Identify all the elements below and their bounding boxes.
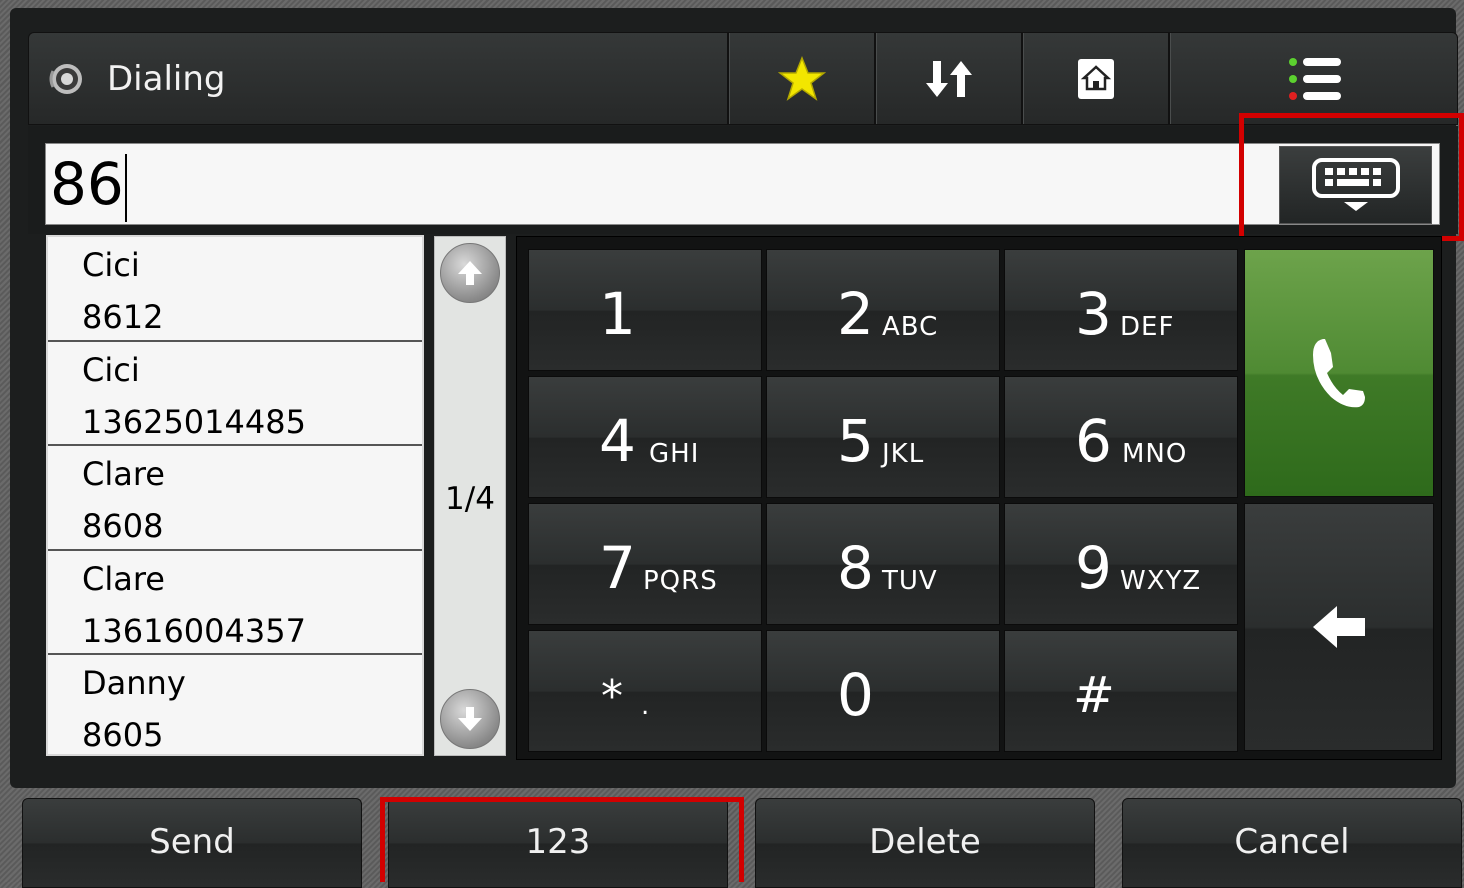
key-digit: 7	[599, 534, 636, 602]
cancel-button[interactable]: Cancel	[1122, 798, 1462, 888]
key-6[interactable]: 6 MNO	[1004, 376, 1238, 498]
favorites-button[interactable]	[727, 33, 875, 124]
home-icon	[1078, 58, 1114, 99]
arrow-down-icon	[458, 707, 482, 731]
sort-arrows-icon	[926, 60, 972, 97]
key-letters: MNO	[1122, 439, 1188, 469]
speaker-icon	[49, 63, 82, 94]
key-2[interactable]: 2 ABC	[766, 249, 1000, 371]
contact-item[interactable]: Danny 8605	[48, 655, 422, 755]
page-title: Dialing	[107, 58, 226, 99]
key-digit: 0	[837, 661, 874, 729]
key-digit: 1	[599, 280, 636, 348]
key-letters: DEF	[1120, 312, 1175, 342]
contact-name: Clare	[82, 559, 165, 598]
key-digit: 2	[837, 280, 874, 348]
key-0[interactable]: 0	[766, 630, 1000, 752]
menu-button[interactable]	[1168, 33, 1459, 124]
sort-button[interactable]	[874, 33, 1022, 124]
key-digit: 3	[1075, 280, 1112, 348]
contact-item[interactable]: Cici 8612	[48, 237, 422, 342]
contact-number: 13625014485	[82, 402, 306, 441]
contact-name: Cici	[82, 350, 140, 389]
contact-number: 13616004357	[82, 611, 306, 650]
contact-item[interactable]: Clare 13616004357	[48, 551, 422, 656]
backspace-button[interactable]	[1244, 503, 1434, 751]
delete-button[interactable]: Delete	[755, 798, 1095, 888]
header-bar: Dialing	[28, 32, 1458, 125]
contact-number: 8608	[82, 507, 164, 546]
softkey-bar: Send 123 Delete Cancel	[0, 790, 1464, 888]
send-button[interactable]: Send	[22, 798, 362, 888]
keyboard-toggle-button[interactable]	[1279, 146, 1432, 224]
contact-name: Cici	[82, 246, 140, 284]
contact-name: Clare	[82, 455, 165, 494]
key-8[interactable]: 8 TUV	[766, 503, 1000, 625]
key-digit: 6	[1075, 407, 1112, 475]
phone-handset-icon	[1313, 339, 1365, 408]
key-letters: ABC	[882, 312, 939, 342]
key-letters: JKL	[882, 439, 925, 469]
back-arrow-icon	[1313, 606, 1365, 648]
key-9[interactable]: 9 WXYZ	[1004, 503, 1238, 625]
key-letters: WXYZ	[1120, 566, 1202, 596]
home-button[interactable]	[1021, 33, 1169, 124]
contact-number: 8605	[82, 716, 164, 755]
key-4[interactable]: 4 GHI	[528, 376, 762, 498]
key-star[interactable]: * .	[528, 630, 762, 752]
text-caret	[124, 153, 127, 222]
scroll-up-button[interactable]	[440, 243, 500, 303]
key-digit: 9	[1075, 534, 1112, 602]
title-area: Dialing	[29, 33, 727, 124]
key-1[interactable]: 1	[528, 249, 762, 371]
key-7[interactable]: 7 PQRS	[528, 503, 762, 625]
contact-list[interactable]: Cici 8612 Cici 13625014485 Clare 8608 Cl…	[46, 235, 424, 756]
scroll-down-button[interactable]	[440, 689, 500, 749]
list-menu-icon	[1288, 57, 1341, 100]
key-3[interactable]: 3 DEF	[1004, 249, 1238, 371]
contact-item[interactable]: Clare 8608	[48, 446, 422, 551]
call-button[interactable]	[1244, 249, 1434, 497]
star-icon	[778, 55, 826, 101]
arrow-up-icon	[458, 261, 482, 285]
contact-item[interactable]: Cici 13625014485	[48, 342, 422, 447]
key-letters: PQRS	[643, 566, 718, 596]
dial-number-field[interactable]: 86	[45, 143, 1440, 225]
dial-keypad: 1 2 ABC 3 DEF 4 GHI 5 JKL 6 MNO 7 PQRS 8…	[516, 236, 1442, 760]
key-5[interactable]: 5 JKL	[766, 376, 1000, 498]
contact-name: Danny	[82, 664, 186, 703]
key-letters: GHI	[649, 439, 700, 469]
key-letters: .	[641, 691, 651, 721]
contact-number: 8612	[82, 298, 164, 336]
key-digit: *	[601, 671, 623, 722]
key-digit: 4	[599, 407, 636, 475]
input-mode-button[interactable]: 123	[388, 798, 728, 888]
keyboard-icon	[1311, 158, 1400, 211]
input-row: 86	[28, 126, 1458, 234]
dial-number-value: 86	[50, 150, 124, 218]
key-letters: TUV	[882, 566, 938, 596]
list-scrollbar: 1/4	[434, 236, 506, 756]
page-indicator: 1/4	[445, 481, 495, 517]
key-digit: 8	[837, 534, 874, 602]
key-digit: #	[1073, 666, 1115, 724]
key-hash[interactable]: #	[1004, 630, 1238, 752]
key-digit: 5	[837, 407, 874, 475]
